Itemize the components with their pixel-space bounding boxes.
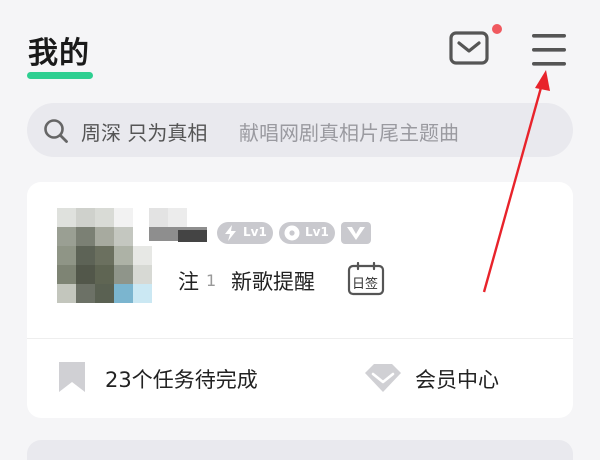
- next-section-edge: [27, 440, 573, 460]
- vip-badge[interactable]: [341, 222, 371, 244]
- header: 我的: [0, 0, 600, 100]
- level-badge-disc[interactable]: Lv1: [279, 222, 335, 244]
- search-keyword: 周深 只为真相: [81, 121, 208, 145]
- search-hint: 献唱网剧真相片尾主题曲: [239, 121, 459, 145]
- bookmark-icon: [59, 362, 85, 392]
- disc-icon: [284, 225, 300, 241]
- vip-center-shortcut[interactable]: 会员中心: [363, 358, 543, 398]
- diamond-icon: [365, 364, 401, 392]
- search-bar[interactable]: 周深 只为真相 献唱网剧真相片尾主题曲: [27, 103, 573, 157]
- notification-dot: [492, 24, 502, 34]
- avatar[interactable]: [57, 208, 161, 304]
- card-pointer: [397, 252, 415, 261]
- tasks-label: 23个任务待完成: [105, 368, 258, 392]
- title-underline: [27, 72, 93, 79]
- vip-center-label: 会员中心: [415, 368, 499, 392]
- follow-count[interactable]: 1: [206, 271, 216, 290]
- mail-icon: [449, 31, 489, 65]
- page-title: 我的: [28, 36, 90, 71]
- profile-card: Lv1 Lv1 注 1 新歌提醒 日签 23个任务待完成 会员中心: [27, 182, 573, 418]
- signin-label: 日签: [352, 277, 379, 292]
- mail-button[interactable]: [448, 30, 490, 66]
- card-divider: [27, 338, 573, 339]
- follow-label[interactable]: 注: [178, 266, 199, 296]
- lightning-icon: [225, 225, 236, 241]
- level-text: Lv1: [305, 225, 329, 239]
- menu-button[interactable]: [528, 30, 570, 70]
- level-badge-lightning[interactable]: Lv1: [217, 222, 273, 244]
- username-blurred: [149, 208, 207, 244]
- daily-signin-button[interactable]: 日签: [347, 262, 385, 296]
- search-icon: [44, 119, 68, 143]
- vip-heart-icon: [347, 227, 365, 240]
- hamburger-menu-icon: [532, 34, 566, 66]
- level-text: Lv1: [243, 225, 267, 239]
- new-song-reminder[interactable]: 新歌提醒: [231, 266, 315, 296]
